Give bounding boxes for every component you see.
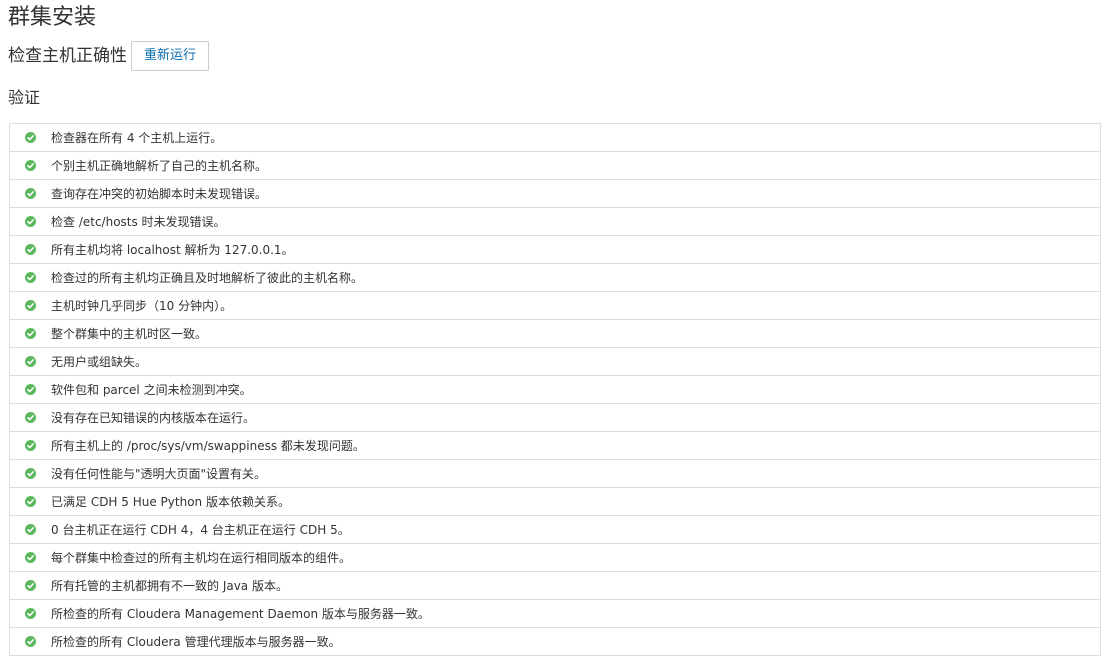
validation-item-text: 检查器在所有 4 个主机上运行。	[51, 131, 223, 145]
check-circle-icon	[25, 608, 36, 619]
validation-item: 每个群集中检查过的所有主机均在运行相同版本的组件。	[10, 544, 1100, 572]
check-circle-icon	[25, 496, 36, 507]
validation-item-text: 整个群集中的主机时区一致。	[51, 327, 208, 341]
validation-item: 软件包和 parcel 之间未检测到冲突。	[10, 376, 1100, 404]
validation-item: 没有存在已知错误的内核版本在运行。	[10, 404, 1100, 432]
check-circle-icon	[25, 636, 36, 647]
validation-heading: 验证	[8, 88, 41, 107]
validation-item-text: 检查过的所有主机均正确且及时地解析了彼此的主机名称。	[51, 271, 364, 285]
validation-item-text: 查询存在冲突的初始脚本时未发现错误。	[51, 187, 268, 201]
check-circle-icon	[25, 412, 36, 423]
validation-item: 所检查的所有 Cloudera 管理代理版本与服务器一致。	[10, 628, 1100, 656]
validation-item: 0 台主机正在运行 CDH 4，4 台主机正在运行 CDH 5。	[10, 516, 1100, 544]
validation-item: 主机时钟几乎同步（10 分钟内）。	[10, 292, 1100, 320]
check-circle-icon	[25, 244, 36, 255]
validation-item-text: 已满足 CDH 5 Hue Python 版本依赖关系。	[51, 495, 290, 509]
validation-item: 所有托管的主机都拥有不一致的 Java 版本。	[10, 572, 1100, 600]
validation-item: 所有主机均将 localhost 解析为 127.0.0.1。	[10, 236, 1100, 264]
validation-item: 检查 /etc/hosts 时未发现错误。	[10, 208, 1100, 236]
validation-item: 检查器在所有 4 个主机上运行。	[10, 124, 1100, 152]
check-circle-icon	[25, 384, 36, 395]
validation-item: 个别主机正确地解析了自己的主机名称。	[10, 152, 1100, 180]
validation-item: 整个群集中的主机时区一致。	[10, 320, 1100, 348]
validation-item-text: 所检查的所有 Cloudera 管理代理版本与服务器一致。	[51, 635, 341, 649]
check-circle-icon	[25, 300, 36, 311]
page-title: 群集安装	[8, 5, 97, 30]
validation-item: 没有任何性能与"透明大页面"设置有关。	[10, 460, 1100, 488]
check-circle-icon	[25, 356, 36, 367]
validation-item-text: 没有存在已知错误的内核版本在运行。	[51, 411, 256, 425]
check-circle-icon	[25, 580, 36, 591]
check-circle-icon	[25, 468, 36, 479]
check-circle-icon	[25, 272, 36, 283]
validation-item: 查询存在冲突的初始脚本时未发现错误。	[10, 180, 1100, 208]
validation-item: 已满足 CDH 5 Hue Python 版本依赖关系。	[10, 488, 1100, 516]
validation-item: 无用户或组缺失。	[10, 348, 1100, 376]
validation-item-text: 检查 /etc/hosts 时未发现错误。	[51, 215, 226, 229]
validation-item-text: 所有主机上的 /proc/sys/vm/swappiness 都未发现问题。	[51, 439, 365, 453]
validation-item-text: 所有主机均将 localhost 解析为 127.0.0.1。	[51, 243, 294, 257]
check-circle-icon	[25, 440, 36, 451]
validation-item-text: 0 台主机正在运行 CDH 4，4 台主机正在运行 CDH 5。	[51, 523, 350, 537]
check-circle-icon	[25, 524, 36, 535]
validation-item-text: 所有托管的主机都拥有不一致的 Java 版本。	[51, 579, 288, 593]
check-circle-icon	[25, 216, 36, 227]
validation-list: 检查器在所有 4 个主机上运行。个别主机正确地解析了自己的主机名称。 查询存在冲突…	[9, 123, 1101, 656]
host-check-heading: 检查主机正确性	[8, 46, 127, 66]
check-circle-icon	[25, 188, 36, 199]
check-circle-icon	[25, 160, 36, 171]
validation-item-text: 主机时钟几乎同步（10 分钟内）。	[51, 299, 233, 313]
validation-item-text: 所检查的所有 Cloudera Management Daemon 版本与服务器…	[51, 607, 430, 621]
validation-item: 所有主机上的 /proc/sys/vm/swappiness 都未发现问题。	[10, 432, 1100, 460]
validation-item: 所检查的所有 Cloudera Management Daemon 版本与服务器…	[10, 600, 1100, 628]
validation-item: 检查过的所有主机均正确且及时地解析了彼此的主机名称。	[10, 264, 1100, 292]
host-check-header: 检查主机正确性 重新运行	[8, 41, 210, 71]
validation-item-text: 个别主机正确地解析了自己的主机名称。	[51, 159, 268, 173]
validation-item-text: 每个群集中检查过的所有主机均在运行相同版本的组件。	[51, 551, 352, 565]
validation-item-text: 没有任何性能与"透明大页面"设置有关。	[51, 467, 267, 481]
rerun-button[interactable]: 重新运行	[131, 41, 210, 71]
check-circle-icon	[25, 328, 36, 339]
check-circle-icon	[25, 132, 36, 143]
check-circle-icon	[25, 552, 36, 563]
validation-item-text: 软件包和 parcel 之间未检测到冲突。	[51, 383, 252, 397]
validation-item-text: 无用户或组缺失。	[51, 355, 148, 369]
